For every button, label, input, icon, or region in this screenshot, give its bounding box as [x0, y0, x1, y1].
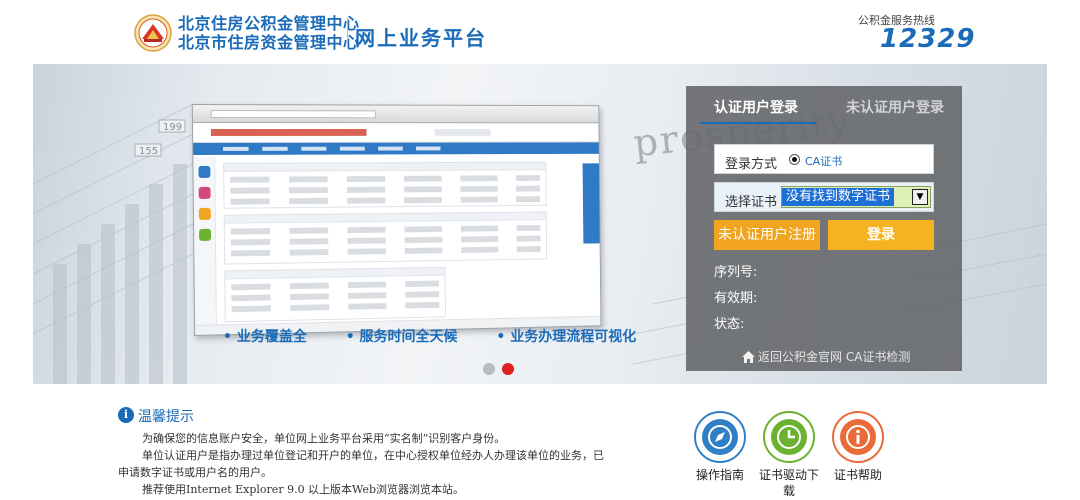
tips-title: 温馨提示 [138, 409, 194, 425]
certificate-label: 选择证书 [725, 195, 778, 210]
hero-banner: 199 155 prosperity • 业务覆盖全 • 服务时间全天候 • 业… [33, 64, 1047, 384]
quick-link-cert-driver-download[interactable]: 证书驱动下载 [754, 411, 824, 499]
validity-label: 有效期: [714, 291, 758, 306]
quick-link-label: 证书驱动下载 [758, 468, 819, 498]
home-icon [742, 351, 755, 363]
hotline-number: 12329 [880, 24, 976, 54]
clock-icon [777, 425, 801, 449]
platform-screenshot-preview [191, 103, 602, 336]
tips-body: 为确保您的信息账户安全，单位网上业务平台采用“实名制”识别客户身份。 单位认证用… [118, 430, 608, 498]
tab-uncertified-login[interactable]: 未认证用户登录 [846, 97, 944, 117]
login-panel: 认证用户登录 未认证用户登录 登录方式 CA证书 选择证书 没有找到数字证书 ▼… [686, 86, 962, 371]
banner-slogans: • 业务覆盖全 • 服务时间全天候 • 业务办理流程可视化 [223, 326, 670, 346]
carousel-dot-1[interactable] [483, 363, 495, 375]
certificate-select[interactable]: 没有找到数字证书 ▼ [781, 186, 931, 208]
tips-paragraph: 推荐使用Internet Explorer 9.0 以上版本Web浏览器浏览本站… [142, 483, 465, 496]
quick-link-label: 证书帮助 [833, 468, 882, 482]
login-tabs: 认证用户登录 未认证用户登录 [686, 86, 962, 124]
uncertified-register-button[interactable]: 未认证用户注册 [714, 220, 820, 250]
svg-text:199: 199 [163, 122, 182, 133]
info-icon: i [118, 407, 134, 423]
carousel-dot-2[interactable] [502, 363, 514, 375]
quick-link-label: 操作指南 [695, 468, 744, 482]
serial-number-label: 序列号: [714, 265, 758, 280]
certificate-field: 选择证书 没有找到数字证书 ▼ [714, 182, 934, 212]
org-names: 北京住房公积金管理中心 北京市住房资金管理中心 [178, 14, 360, 52]
info-icon [846, 425, 870, 449]
active-tab-indicator [700, 122, 816, 124]
org-name-line2: 北京市住房资金管理中心 [178, 33, 360, 52]
back-to-official-site-link[interactable]: 返回公积金官网 [758, 350, 842, 364]
status-label: 状态: [714, 317, 745, 332]
tab-certified-login[interactable]: 认证用户登录 [714, 97, 798, 117]
slogan-item: • 业务覆盖全 [223, 329, 307, 345]
slogan-item: • 服务时间全天候 [345, 329, 458, 345]
site-header: 北京住房公积金管理中心 北京市住房资金管理中心 网上业务平台 公积金服务热线 1… [0, 0, 1080, 64]
login-button[interactable]: 登录 [828, 220, 934, 250]
compass-icon [708, 425, 732, 449]
platform-title: 网上业务平台 [355, 26, 487, 50]
quick-link-cert-help[interactable]: 证书帮助 [823, 411, 893, 483]
housing-fund-emblem-icon [134, 14, 172, 52]
certificate-select-value: 没有找到数字证书 [782, 188, 895, 206]
login-method-label: 登录方式 [725, 157, 778, 172]
login-footer-links: 返回公积金官网 CA证书检测 [742, 348, 910, 365]
ca-cert-check-link[interactable]: CA证书检测 [846, 350, 911, 364]
chevron-down-icon[interactable]: ▼ [912, 189, 928, 205]
org-name-line1: 北京住房公积金管理中心 [178, 14, 360, 33]
carousel-dots [483, 360, 521, 379]
quick-link-operation-guide[interactable]: 操作指南 [685, 411, 755, 483]
ca-cert-radio-label[interactable]: CA证书 [805, 153, 842, 169]
slogan-item: • 业务办理流程可视化 [496, 329, 637, 345]
tips-section: i 温馨提示 为确保您的信息账户安全，单位网上业务平台采用“实名制”识别客户身份… [118, 404, 618, 496]
header-divider [347, 18, 348, 48]
svg-text:155: 155 [139, 146, 158, 157]
ca-cert-radio[interactable] [789, 154, 800, 165]
tips-paragraph: 单位认证用户是指办理过单位登记和开户的单位，在中心授权单位经办人办理该单位的业务… [118, 449, 604, 479]
login-method-field: 登录方式 CA证书 [714, 144, 934, 174]
tips-paragraph: 为确保您的信息账户安全，单位网上业务平台采用“实名制”识别客户身份。 [142, 432, 506, 445]
